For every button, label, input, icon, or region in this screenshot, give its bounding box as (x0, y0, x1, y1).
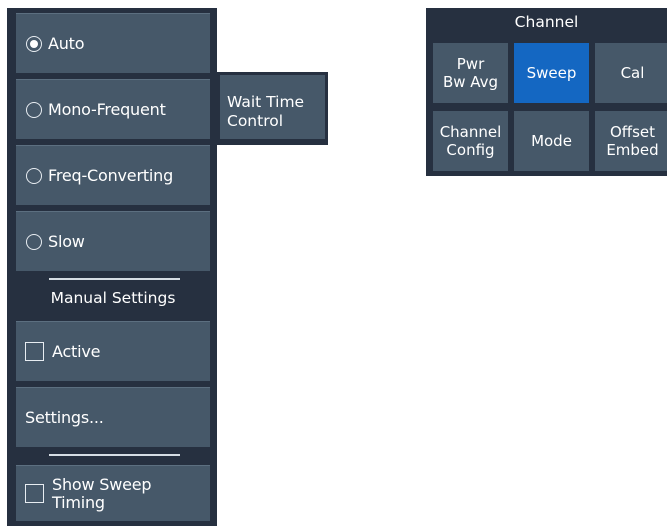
mode-button[interactable]: Mode (514, 111, 589, 171)
option-freq-converting-label: Freq-Converting (48, 166, 174, 185)
option-auto-label: Auto (48, 34, 85, 53)
option-slow-label: Slow (48, 232, 85, 251)
wait-time-control-button[interactable]: Wait Time Control (220, 75, 325, 139)
option-slow[interactable]: Slow (16, 211, 210, 271)
active-label: Active (52, 342, 101, 361)
offset-embed-button[interactable]: Offset Embed (595, 111, 667, 171)
checkbox-icon (25, 484, 44, 503)
channel-title: Channel (514, 13, 579, 31)
settings-button[interactable]: Settings... (16, 387, 210, 447)
option-mono-frequent-label: Mono-Frequent (48, 100, 166, 119)
active-checkbox-button[interactable]: Active (16, 321, 210, 381)
show-sweep-timing-label: Show Sweep Timing (52, 474, 152, 512)
radio-unselected-icon (26, 167, 42, 184)
radio-unselected-icon (26, 101, 42, 118)
option-auto[interactable]: Auto (16, 13, 210, 73)
manual-settings-header: Manual Settings (50, 289, 176, 307)
sweep-button[interactable]: Sweep (514, 43, 589, 103)
separator-line (49, 278, 180, 280)
cal-button[interactable]: Cal (595, 43, 667, 103)
sweep-type-panel: Auto Mono-Frequent Freq-Converting Slow … (7, 8, 217, 526)
wait-time-popup: Wait Time Control (217, 72, 328, 145)
checkbox-icon (25, 342, 44, 361)
channel-toolbar: Channel Pwr Bw Avg Sweep Cal Channel Con… (426, 8, 667, 176)
show-sweep-timing-button[interactable]: Show Sweep Timing (16, 465, 210, 521)
radio-unselected-icon (26, 233, 42, 250)
channel-config-button[interactable]: Channel Config (433, 111, 508, 171)
wait-time-control-label: Wait Time Control (227, 93, 305, 130)
option-freq-converting[interactable]: Freq-Converting (16, 145, 210, 205)
option-mono-frequent[interactable]: Mono-Frequent (16, 79, 210, 139)
radio-selected-icon (26, 35, 42, 52)
pwr-bw-avg-button[interactable]: Pwr Bw Avg (433, 43, 508, 103)
settings-label: Settings... (25, 408, 104, 427)
separator-line (49, 454, 180, 456)
